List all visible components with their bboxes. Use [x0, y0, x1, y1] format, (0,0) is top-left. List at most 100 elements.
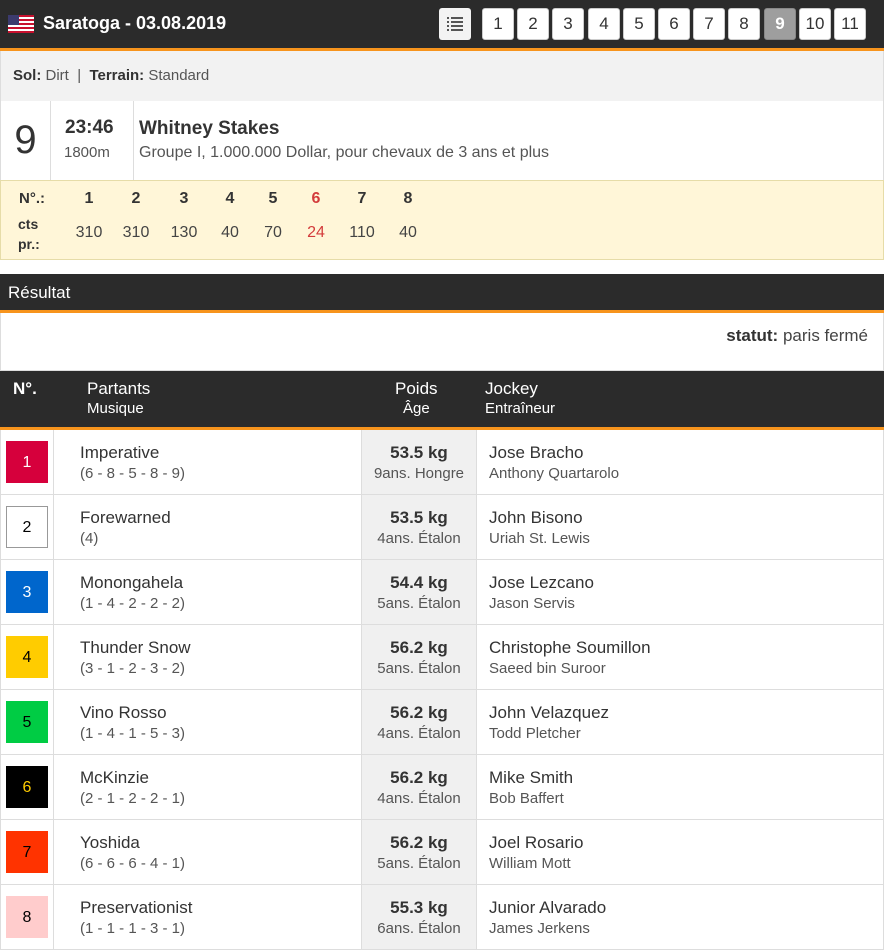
race-number: 9 — [1, 101, 51, 180]
runners-table-body: 1 Imperative (6 - 8 - 5 - 8 - 9) 53.5 kg 9an… — [0, 430, 884, 950]
horse-weight: 56.2 kg — [390, 833, 448, 852]
jockey-name[interactable]: Jose Lezcano — [489, 573, 594, 593]
odds-value: 40 — [221, 224, 239, 241]
race-button-7[interactable]: 7 — [693, 8, 725, 40]
runner-number-cell: 2 — [1, 495, 54, 559]
saddle-cloth-number: 1 — [6, 441, 48, 483]
jockey-name[interactable]: Jose Bracho — [489, 443, 584, 463]
trainer-name[interactable]: Bob Baffert — [489, 790, 564, 807]
odds-value: 310 — [75, 224, 103, 241]
table-row[interactable]: 1 Imperative (6 - 8 - 5 - 8 - 9) 53.5 kg 9an… — [0, 430, 884, 495]
race-button-2[interactable]: 2 — [517, 8, 549, 40]
trainer-name[interactable]: James Jerkens — [489, 920, 590, 937]
horse-form: (6 - 6 - 6 - 4 - 1) — [80, 855, 186, 872]
odds-value: 310 — [122, 224, 150, 241]
saddle-cloth-number: 5 — [6, 701, 48, 743]
saddle-cloth-number: 7 — [6, 831, 48, 873]
jockey-name[interactable]: Christophe Soumillon — [489, 638, 651, 658]
race-distance: 1800m — [64, 144, 110, 161]
col-number: N°. — [13, 379, 37, 398]
race-button-4[interactable]: 4 — [588, 8, 620, 40]
list-icon — [447, 17, 463, 31]
horse-form: (2 - 1 - 2 - 2 - 1) — [80, 790, 186, 807]
horse-form: (1 - 4 - 1 - 5 - 3) — [80, 725, 186, 742]
trainer-name[interactable]: William Mott — [489, 855, 571, 872]
horse-form: (1 - 4 - 2 - 2 - 2) — [80, 595, 186, 612]
horse-name[interactable]: McKinzie — [80, 768, 149, 788]
race-button-6[interactable]: 6 — [658, 8, 690, 40]
horse-age: 4ans. Étalon — [377, 725, 461, 742]
trainer-name[interactable]: Uriah St. Lewis — [489, 530, 590, 547]
odds-pr-label: pr.: — [18, 236, 40, 252]
horse-form: (3 - 1 - 2 - 3 - 2) — [80, 660, 186, 677]
runner-number-cell: 7 — [1, 820, 54, 884]
race-name: Whitney Stakes — [139, 118, 280, 139]
race-button-10[interactable]: 10 — [799, 8, 831, 40]
runner-number-cell: 6 — [1, 755, 54, 819]
runners-table-header: N°. Partants Musique Poids Âge Jockey En… — [0, 371, 884, 430]
col-entraineur: Entraîneur — [485, 400, 556, 417]
table-row[interactable]: 2 Forewarned (4) 53.5 kg 4ans. Étalon John Bi… — [0, 495, 884, 560]
horse-name[interactable]: Thunder Snow — [80, 638, 191, 658]
race-time-cell: 23:46 1800m — [51, 101, 134, 180]
jockey-name[interactable]: John Velazquez — [489, 703, 609, 723]
horse-weight: 53.5 kg — [390, 443, 448, 462]
weight-age-cell: 54.4 kg 5ans. Étalon — [361, 560, 477, 624]
weight-age-cell: 55.3 kg 6ans. Étalon — [361, 885, 477, 949]
horse-age: 6ans. Étalon — [377, 920, 461, 937]
horse-name[interactable]: Vino Rosso — [80, 703, 167, 723]
trainer-name[interactable]: Todd Pletcher — [489, 725, 581, 742]
result-section-header: Résultat — [0, 274, 884, 313]
weight-age-cell: 53.5 kg 9ans. Hongre — [361, 430, 477, 494]
status-label: statut: — [726, 326, 779, 345]
odds-horse-number: 2 — [131, 190, 141, 207]
race-time: 23:46 — [65, 117, 114, 138]
odds-cts-label: cts — [18, 216, 39, 232]
table-row[interactable]: 3 Monongahela (1 - 4 - 2 - 2 - 2) 54.4 kg 5a… — [0, 560, 884, 625]
col-musique: Musique — [87, 400, 144, 417]
saddle-cloth-number: 8 — [6, 896, 48, 938]
race-button-8[interactable]: 8 — [728, 8, 760, 40]
table-row[interactable]: 8 Preservationist (1 - 1 - 1 - 3 - 1) 55.3 … — [0, 885, 884, 950]
runner-number-cell: 8 — [1, 885, 54, 949]
table-row[interactable]: 7 Yoshida (6 - 6 - 6 - 4 - 1) 56.2 kg 5ans. … — [0, 820, 884, 885]
horse-name[interactable]: Imperative — [80, 443, 159, 463]
jockey-name[interactable]: Mike Smith — [489, 768, 573, 788]
trainer-name[interactable]: Saeed bin Suroor — [489, 660, 606, 677]
saddle-cloth-number: 3 — [6, 571, 48, 613]
status-value: paris fermé — [782, 326, 868, 345]
track-conditions: Sol: Dirt | Terrain: Standard — [0, 51, 884, 102]
status-bar: statut: paris fermé — [0, 313, 884, 371]
race-button-3[interactable]: 3 — [552, 8, 584, 40]
jockey-name[interactable]: Joel Rosario — [489, 833, 584, 853]
runner-number-cell: 1 — [1, 430, 54, 494]
horse-name[interactable]: Yoshida — [80, 833, 140, 853]
table-row[interactable]: 5 Vino Rosso (1 - 4 - 1 - 5 - 3) 56.2 kg 4an… — [0, 690, 884, 755]
trainer-name[interactable]: Anthony Quartarolo — [489, 465, 619, 482]
trainer-name[interactable]: Jason Servis — [489, 595, 575, 612]
terrain-label: Terrain: — [89, 67, 145, 84]
weight-age-cell: 56.2 kg 4ans. Étalon — [361, 690, 477, 754]
horse-name[interactable]: Monongahela — [80, 573, 183, 593]
jockey-name[interactable]: Junior Alvarado — [489, 898, 606, 918]
jockey-name[interactable]: John Bisono — [489, 508, 583, 528]
horse-name[interactable]: Forewarned — [80, 508, 171, 528]
odds-value: 130 — [170, 224, 198, 241]
race-button-11[interactable]: 11 — [834, 8, 866, 40]
horse-age: 5ans. Étalon — [377, 855, 461, 872]
race-button-5[interactable]: 5 — [623, 8, 655, 40]
odds-horse-number: 5 — [268, 190, 278, 207]
race-list-button[interactable] — [439, 8, 471, 40]
odds-panel: N°.: cts pr.: 1 310 2 310 3 130 4 40 5 70 6 24 7 110 8… — [0, 180, 884, 260]
col-age: Âge — [403, 400, 430, 417]
race-button-1[interactable]: 1 — [482, 8, 514, 40]
table-row[interactable]: 4 Thunder Snow (3 - 1 - 2 - 3 - 2) 56.2 kg 5… — [0, 625, 884, 690]
horse-weight: 54.4 kg — [390, 573, 448, 592]
race-button-9[interactable]: 9 — [764, 8, 796, 40]
table-row[interactable]: 6 McKinzie (2 - 1 - 2 - 2 - 1) 56.2 kg 4ans.… — [0, 755, 884, 820]
odds-horse-number: 3 — [179, 190, 189, 207]
horse-age: 4ans. Étalon — [377, 790, 461, 807]
horse-weight: 53.5 kg — [390, 508, 448, 527]
runner-number-cell: 3 — [1, 560, 54, 624]
horse-name[interactable]: Preservationist — [80, 898, 192, 918]
